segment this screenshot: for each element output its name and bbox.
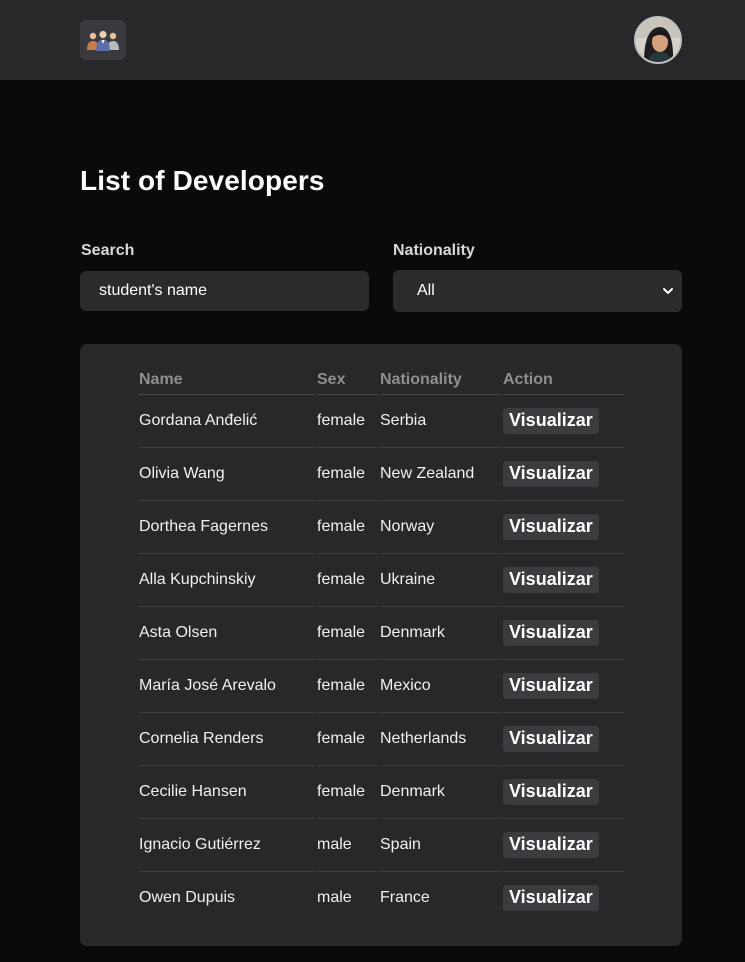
developer-name: Owen Dupuis bbox=[139, 889, 236, 906]
table-row: Owen Dupuis male France Visualizar bbox=[139, 872, 624, 924]
developer-nationality: New Zealand bbox=[380, 448, 501, 501]
developer-nationality: Serbia bbox=[380, 395, 501, 448]
developer-nationality: Spain bbox=[380, 819, 501, 872]
developer-sex: male bbox=[317, 889, 352, 906]
developer-sex: female bbox=[317, 448, 378, 501]
developer-sex: female bbox=[317, 501, 378, 554]
column-header-nationality: Nationality bbox=[380, 366, 501, 395]
developers-table-card: Name Sex Nationality Action Gordana Anđe… bbox=[80, 344, 682, 946]
table-row: Cornelia Renders female Netherlands Visu… bbox=[139, 713, 624, 766]
chevron-down-icon bbox=[663, 288, 673, 294]
visualize-button[interactable]: Visualizar bbox=[503, 620, 599, 646]
developer-name: María José Arevalo bbox=[139, 660, 315, 713]
visualize-button[interactable]: Visualizar bbox=[503, 567, 599, 593]
developer-name: Cecilie Hansen bbox=[139, 766, 315, 819]
action-cell: Visualizar bbox=[503, 660, 624, 713]
column-header-name: Name bbox=[139, 366, 315, 395]
developer-nationality: Denmark bbox=[380, 766, 501, 819]
visualize-button[interactable]: Visualizar bbox=[503, 832, 599, 858]
action-cell: Visualizar bbox=[503, 872, 624, 924]
nationality-label: Nationality bbox=[393, 242, 475, 259]
developer-nationality: Denmark bbox=[380, 607, 501, 660]
visualize-button[interactable]: Visualizar bbox=[503, 726, 599, 752]
developer-nationality: Netherlands bbox=[380, 713, 501, 766]
developer-name: Cornelia Renders bbox=[139, 713, 315, 766]
developer-sex: female bbox=[317, 660, 378, 713]
developer-nationality: Norway bbox=[380, 501, 501, 554]
nationality-selected-value: All bbox=[417, 282, 435, 299]
table-row: Gordana Anđelić female Serbia Visualizar bbox=[139, 395, 624, 448]
visualize-button[interactable]: Visualizar bbox=[503, 673, 599, 699]
avatar-image bbox=[636, 18, 680, 62]
developer-name: Olivia Wang bbox=[139, 448, 315, 501]
visualize-button[interactable]: Visualizar bbox=[503, 885, 599, 911]
developer-sex: female bbox=[317, 395, 378, 448]
table-header-row: Name Sex Nationality Action bbox=[139, 366, 624, 395]
table-row: Ignacio Gutiérrez male Spain Visualizar bbox=[139, 819, 624, 872]
action-cell: Visualizar bbox=[503, 766, 624, 819]
visualize-button[interactable]: Visualizar bbox=[503, 461, 599, 487]
developer-sex: female bbox=[317, 554, 378, 607]
table-row: María José Arevalo female Mexico Visuali… bbox=[139, 660, 624, 713]
table-row: Alla Kupchinskiy female Ukraine Visualiz… bbox=[139, 554, 624, 607]
action-cell: Visualizar bbox=[503, 395, 624, 448]
visualize-button[interactable]: Visualizar bbox=[503, 514, 599, 540]
developer-sex: female bbox=[317, 607, 378, 660]
column-header-sex: Sex bbox=[317, 366, 378, 395]
top-navbar bbox=[0, 0, 745, 80]
developer-nationality: Mexico bbox=[380, 660, 501, 713]
developer-name: Asta Olsen bbox=[139, 607, 315, 660]
developer-name: Dorthea Fagernes bbox=[139, 501, 315, 554]
action-cell: Visualizar bbox=[503, 607, 624, 660]
developer-nationality: France bbox=[380, 889, 430, 906]
action-cell: Visualizar bbox=[503, 448, 624, 501]
action-cell: Visualizar bbox=[503, 713, 624, 766]
visualize-button[interactable]: Visualizar bbox=[503, 408, 599, 434]
search-label: Search bbox=[81, 242, 135, 259]
developer-name: Gordana Anđelić bbox=[139, 395, 315, 448]
action-cell: Visualizar bbox=[503, 554, 624, 607]
table-row: Cecilie Hansen female Denmark Visualizar bbox=[139, 766, 624, 819]
logo-button[interactable] bbox=[80, 20, 126, 60]
table-row: Asta Olsen female Denmark Visualizar bbox=[139, 607, 624, 660]
developer-sex: female bbox=[317, 713, 378, 766]
developer-name: Alla Kupchinskiy bbox=[139, 554, 315, 607]
developer-sex: male bbox=[317, 819, 378, 872]
table-row: Olivia Wang female New Zealand Visualiza… bbox=[139, 448, 624, 501]
page-title: List of Developers bbox=[80, 165, 325, 196]
action-cell: Visualizar bbox=[503, 501, 624, 554]
action-cell: Visualizar bbox=[503, 819, 624, 872]
developer-sex: female bbox=[317, 766, 378, 819]
nationality-select[interactable]: All bbox=[393, 270, 682, 312]
user-avatar[interactable] bbox=[634, 16, 682, 64]
table-row: Dorthea Fagernes female Norway Visualiza… bbox=[139, 501, 624, 554]
team-icon bbox=[87, 30, 119, 51]
developer-nationality: Ukraine bbox=[380, 554, 501, 607]
visualize-button[interactable]: Visualizar bbox=[503, 779, 599, 805]
developers-table: Name Sex Nationality Action Gordana Anđe… bbox=[137, 366, 626, 924]
developer-name: Ignacio Gutiérrez bbox=[139, 819, 315, 872]
search-input[interactable] bbox=[80, 271, 369, 311]
column-header-action: Action bbox=[503, 366, 624, 395]
